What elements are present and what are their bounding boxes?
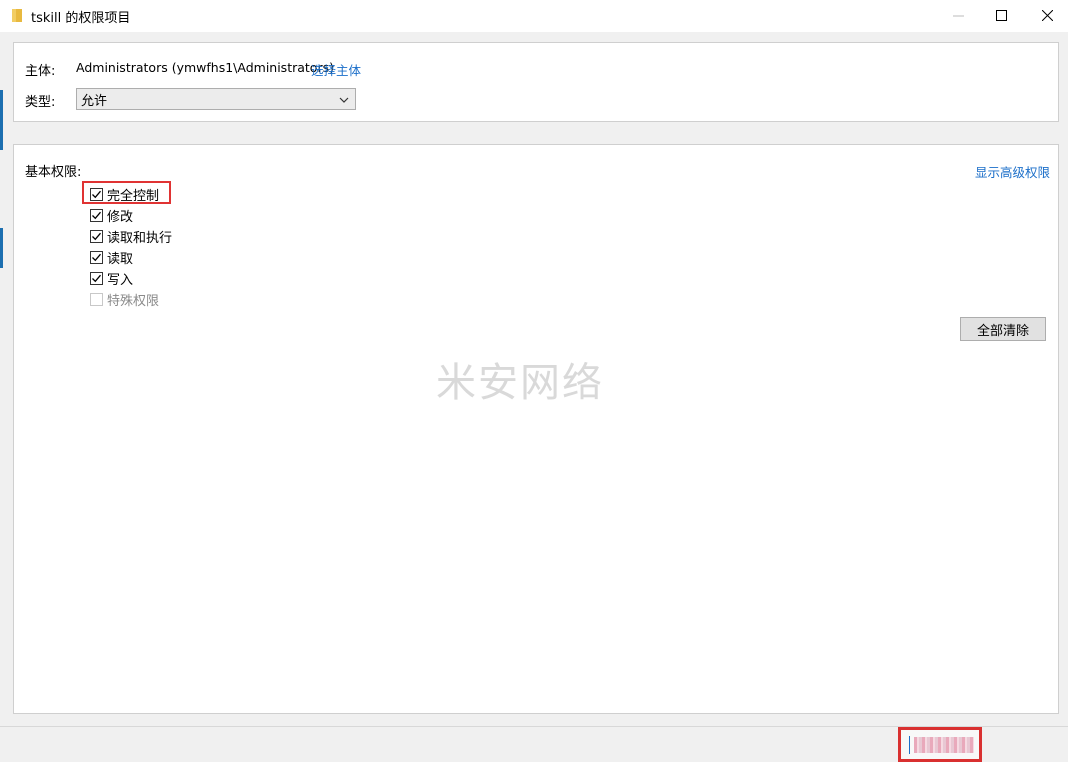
checkbox-checked-icon[interactable] <box>90 271 103 285</box>
folder-icon <box>12 9 22 22</box>
minimize-button[interactable] <box>935 0 981 30</box>
checkbox-checked-icon[interactable] <box>90 187 103 201</box>
permissions-panel: 基本权限: 显示高级权限 完全控制 修改 读取和执行 读取 写入 特殊权限 全部… <box>13 144 1059 714</box>
checkbox-checked-icon[interactable] <box>90 229 103 243</box>
permission-modify[interactable]: 修改 <box>90 206 134 225</box>
permission-label: 读取和执行 <box>107 230 173 246</box>
permission-label: 完全控制 <box>107 188 160 204</box>
maximize-button[interactable] <box>978 0 1024 30</box>
maximize-icon <box>995 9 1007 21</box>
principal-panel: 主体: Administrators (ymwfhs1\Administrato… <box>13 42 1059 122</box>
permission-full-control[interactable]: 完全控制 <box>90 185 160 204</box>
permission-label: 读取 <box>107 251 134 267</box>
type-select[interactable]: 允许 <box>76 88 356 110</box>
permission-label: 写入 <box>107 272 134 288</box>
chevron-down-icon <box>339 94 349 104</box>
type-label: 类型: <box>25 95 56 110</box>
window-title: tskill 的权限项目 <box>31 11 131 26</box>
clear-all-button[interactable]: 全部清除 <box>960 317 1046 341</box>
principal-label: 主体: <box>25 64 56 79</box>
show-advanced-permissions-link[interactable]: 显示高级权限 <box>975 162 1050 181</box>
permission-read[interactable]: 读取 <box>90 248 134 267</box>
minimize-icon <box>952 15 964 16</box>
basic-permissions-label: 基本权限: <box>25 165 82 180</box>
focus-caret <box>909 736 910 754</box>
checkbox-checked-icon[interactable] <box>90 250 103 264</box>
checkbox-unchecked-icon <box>90 292 103 306</box>
background-window-edge <box>0 228 3 268</box>
close-icon <box>1041 9 1053 21</box>
obscured-button-label <box>914 736 974 753</box>
principal-value: Administrators (ymwfhs1\Administrators) <box>76 60 334 75</box>
permission-write[interactable]: 写入 <box>90 269 134 288</box>
title-bar: tskill 的权限项目 <box>0 0 1068 32</box>
background-window-edge <box>0 90 3 150</box>
permission-label: 特殊权限 <box>107 293 160 309</box>
select-principal-link[interactable]: 选择主体 <box>311 60 361 79</box>
watermark-text: 米安网络 <box>436 360 604 406</box>
ok-button-redacted[interactable] <box>898 727 982 762</box>
type-select-value: 允许 <box>81 93 108 109</box>
close-button[interactable] <box>1024 0 1068 30</box>
checkbox-checked-icon[interactable] <box>90 208 103 222</box>
permission-read-execute[interactable]: 读取和执行 <box>90 227 173 246</box>
permission-label: 修改 <box>107 209 134 225</box>
permission-special: 特殊权限 <box>90 290 160 309</box>
